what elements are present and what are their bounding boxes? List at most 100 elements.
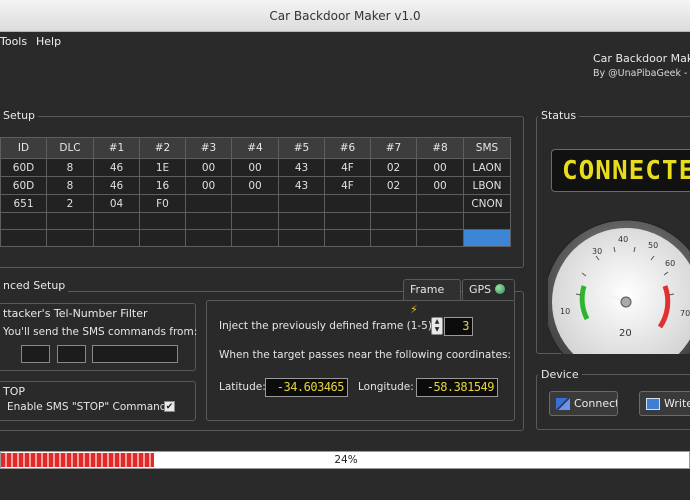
device-group-title: Device	[538, 368, 582, 381]
table-cell[interactable]: 651	[0, 194, 47, 213]
table-row[interactable]: 651 2 04 F0 CNON	[0, 194, 511, 213]
table-cell[interactable]: 60D	[0, 158, 47, 177]
tab-frame-label: Frame	[410, 283, 445, 296]
stop-group-title: TOP	[3, 385, 26, 398]
stop-command-checkbox[interactable]: ✔	[164, 401, 175, 412]
table-cell[interactable]	[324, 212, 371, 230]
latitude-value[interactable]: -34.603465	[265, 378, 348, 397]
table-cell[interactable]: 02	[370, 158, 417, 177]
table-cell[interactable]	[416, 194, 464, 213]
table-cell[interactable]: 00	[185, 176, 232, 195]
table-cell[interactable]	[231, 212, 279, 230]
inject-frame-value: 3	[444, 317, 473, 336]
table-cell[interactable]	[324, 194, 371, 213]
column-header[interactable]: #8	[416, 137, 464, 159]
column-header[interactable]: #5	[278, 137, 325, 159]
table-cell[interactable]: 43	[278, 176, 325, 195]
table-cell[interactable]: 4F	[324, 158, 371, 177]
table-cell[interactable]: 46	[93, 176, 140, 195]
table-cell[interactable]: 43	[278, 158, 325, 177]
table-cell[interactable]: 04	[93, 194, 140, 213]
gauge-label-30: 30	[592, 247, 602, 256]
table-cell[interactable]: 00	[231, 158, 279, 177]
column-header[interactable]: #7	[370, 137, 417, 159]
table-cell[interactable]	[463, 212, 511, 230]
write-button[interactable]: Write	[639, 391, 690, 416]
table-cell[interactable]: 1E	[139, 158, 186, 177]
menu-help[interactable]: Help	[36, 35, 61, 48]
table-cell[interactable]: LBON	[463, 176, 511, 195]
table-row[interactable]: 60D 8 46 16 00 00 43 4F 02 00 LBON	[0, 176, 511, 195]
app-author: By @UnaPibaGeek - @	[593, 68, 690, 79]
table-cell[interactable]: 4F	[324, 176, 371, 195]
table-cell[interactable]	[231, 229, 279, 247]
table-cell[interactable]: LAON	[463, 158, 511, 177]
menu-tools[interactable]: Tools	[0, 35, 27, 48]
table-cell[interactable]	[93, 212, 140, 230]
table-cell[interactable]	[370, 194, 417, 213]
column-header[interactable]: #3	[185, 137, 232, 159]
column-header[interactable]: SMS	[463, 137, 511, 159]
tel-filter-text: You'll send the SMS commands from:	[3, 326, 198, 338]
table-cell[interactable]	[416, 212, 464, 230]
advanced-setup-title: nced Setup	[0, 279, 69, 292]
column-header[interactable]: DLC	[46, 137, 94, 159]
tab-frame[interactable]: Frame ⚡	[403, 279, 461, 316]
table-cell[interactable]: 2	[46, 194, 94, 213]
table-cell[interactable]	[185, 194, 232, 213]
table-row[interactable]: 60D 8 46 1E 00 00 43 4F 02 00 LAON	[0, 158, 511, 177]
column-header[interactable]: #1	[93, 137, 140, 159]
table-cell[interactable]	[370, 212, 417, 230]
table-cell[interactable]	[139, 229, 186, 247]
table-cell[interactable]: 02	[370, 176, 417, 195]
window-title-bar: Car Backdoor Maker v1.0	[0, 0, 690, 32]
table-cell[interactable]	[0, 212, 47, 230]
table-cell-selected[interactable]	[463, 229, 511, 247]
write-button-label: Write	[664, 397, 690, 410]
table-cell[interactable]: 16	[139, 176, 186, 195]
table-cell[interactable]	[139, 212, 186, 230]
column-header[interactable]: #2	[139, 137, 186, 159]
table-cell[interactable]: 00	[185, 158, 232, 177]
column-header[interactable]: #4	[231, 137, 279, 159]
table-cell[interactable]	[46, 212, 94, 230]
table-cell[interactable]: 00	[416, 176, 464, 195]
table-cell[interactable]: 00	[416, 158, 464, 177]
status-group-title: Status	[538, 109, 580, 122]
gauge-label-20: 20	[619, 328, 632, 339]
column-header[interactable]: #6	[324, 137, 371, 159]
table-cell[interactable]	[185, 212, 232, 230]
tel-area-code-input[interactable]	[57, 345, 86, 363]
table-cell[interactable]	[278, 212, 325, 230]
table-cell[interactable]: 8	[46, 176, 94, 195]
table-cell[interactable]: 46	[93, 158, 140, 177]
tel-country-code-input[interactable]	[21, 345, 50, 363]
table-cell[interactable]: 60D	[0, 176, 47, 195]
table-cell[interactable]	[416, 229, 464, 247]
inject-frame-label: Inject the previously defined frame (1-5…	[219, 320, 436, 332]
inject-frame-stepper[interactable]: ▲ ▼	[431, 317, 443, 335]
longitude-value[interactable]: -58.381549	[416, 378, 498, 397]
table-cell[interactable]: CNON	[463, 194, 511, 213]
connect-button[interactable]: Connect	[549, 391, 618, 416]
table-cell[interactable]: F0	[139, 194, 186, 213]
column-header[interactable]: ID	[0, 137, 47, 159]
progress-bar: 24%	[0, 451, 690, 469]
table-cell[interactable]	[231, 194, 279, 213]
table-cell[interactable]	[324, 229, 371, 247]
table-cell[interactable]	[46, 229, 94, 247]
frames-table[interactable]: ID DLC #1 #2 #3 #4 #5 #6 #7 #8 SMS 60D 8…	[0, 137, 511, 247]
table-cell[interactable]: 8	[46, 158, 94, 177]
table-cell[interactable]	[370, 229, 417, 247]
globe-icon	[494, 284, 505, 294]
table-cell[interactable]	[278, 229, 325, 247]
table-row[interactable]	[0, 229, 511, 247]
table-cell[interactable]	[278, 194, 325, 213]
table-cell[interactable]	[93, 229, 140, 247]
table-cell[interactable]	[0, 229, 47, 247]
tab-gps[interactable]: GPS	[462, 279, 515, 301]
table-cell[interactable]	[185, 229, 232, 247]
tel-number-input[interactable]	[92, 345, 178, 363]
table-cell[interactable]: 00	[231, 176, 279, 195]
table-row[interactable]	[0, 212, 511, 230]
